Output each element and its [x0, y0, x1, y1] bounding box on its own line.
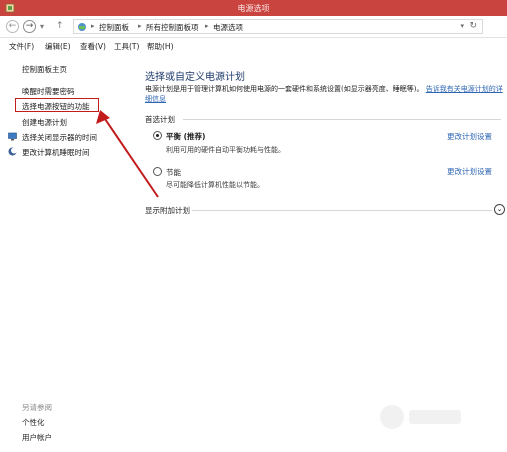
page-description: 电源计划是用于管理计算机如何使用电源的一套硬件和系统设置(如显示器亮度、睡眠等)… — [145, 84, 503, 104]
expand-chevron-icon[interactable]: ⌄ — [494, 204, 505, 215]
sidebar-item-wake-password[interactable]: 唤醒时需要密码 — [22, 86, 75, 97]
main-content: 选择或自定义电源计划 电源计划是用于管理计算机如何使用电源的一套硬件和系统设置(… — [145, 54, 507, 452]
recent-pages-chevron-icon[interactable]: ▾ — [40, 20, 44, 33]
group-divider — [183, 119, 501, 120]
show-additional-plans-label[interactable]: 显示附加计划 — [145, 205, 190, 216]
balanced-plan-radio[interactable] — [153, 131, 162, 140]
sidebar-home-link[interactable]: 控制面板主页 — [22, 64, 67, 75]
address-dropdown-icon[interactable]: ▾ — [460, 22, 464, 30]
sidebar-item-display-off[interactable]: 选择关闭显示器的时间 — [22, 132, 97, 143]
power-saver-plan-name[interactable]: 节能 — [166, 167, 181, 178]
breadcrumb-separator-icon: ▸ — [138, 22, 142, 30]
description-text: 电源计划是用于管理计算机如何使用电源的一套硬件和系统设置(如显示器亮度、睡眠等)… — [145, 85, 424, 93]
menu-edit[interactable]: 编辑(E) — [45, 41, 71, 52]
control-panel-icon — [78, 23, 86, 31]
power-saver-change-settings-link[interactable]: 更改计划设置 — [447, 166, 492, 177]
menu-bar: 文件(F) 编辑(E) 查看(V) 工具(T) 帮助(H) — [0, 38, 507, 54]
window-title: 电源选项 — [237, 4, 270, 13]
more-divider — [192, 210, 492, 211]
menu-view[interactable]: 查看(V) — [80, 41, 106, 52]
breadcrumb-control-panel[interactable]: 控制面板 — [99, 22, 129, 33]
breadcrumb-separator-icon: ▸ — [91, 22, 95, 30]
breadcrumb-separator-icon: ▸ — [205, 22, 209, 30]
title-bar: 电源选项 — [0, 0, 507, 16]
address-bar: ← → ▾ ↑ ▸ 控制面板 ▸ 所有控制面板项 ▸ 电源选项 ▾ ↻ — [0, 16, 507, 38]
watermark-logo — [380, 405, 461, 429]
see-also-user-accounts-link[interactable]: 用户帐户 — [22, 432, 52, 443]
breadcrumb-power-options[interactable]: 电源选项 — [213, 22, 243, 33]
sidebar-item-sleep-time[interactable]: 更改计算机睡眠时间 — [22, 147, 90, 158]
address-field[interactable]: ▸ 控制面板 ▸ 所有控制面板项 ▸ 电源选项 ▾ ↻ — [73, 19, 483, 34]
sidebar: 控制面板主页 唤醒时需要密码 选择电源按钮的功能 创建电源计划 选择关闭显示器的… — [0, 54, 125, 452]
menu-tools[interactable]: 工具(T) — [114, 41, 139, 52]
menu-file[interactable]: 文件(F) — [9, 41, 34, 52]
display-icon — [8, 132, 17, 141]
page-title: 选择或自定义电源计划 — [145, 72, 245, 83]
menu-help[interactable]: 帮助(H) — [147, 41, 174, 52]
highlight-box — [15, 98, 99, 112]
balanced-plan-name[interactable]: 平衡 (推荐) — [166, 131, 205, 142]
moon-sleep-icon — [8, 147, 17, 156]
balanced-plan-description: 利用可用的硬件自动平衡功耗与性能。 — [166, 146, 285, 154]
up-arrow-icon[interactable]: ↑ — [56, 20, 64, 33]
preferred-plans-label: 首选计划 — [145, 115, 175, 124]
breadcrumb-all-items[interactable]: 所有控制面板项 — [146, 22, 199, 33]
see-also-heading: 另请参阅 — [22, 403, 52, 412]
balanced-change-settings-link[interactable]: 更改计划设置 — [447, 131, 492, 142]
sidebar-item-create-plan[interactable]: 创建电源计划 — [22, 117, 67, 128]
refresh-icon[interactable]: ↻ — [469, 21, 477, 31]
back-icon[interactable]: ← — [6, 20, 19, 33]
see-also-personalization-link[interactable]: 个性化 — [22, 417, 45, 428]
forward-icon[interactable]: → — [23, 20, 36, 33]
power-saver-plan-description: 尽可能降低计算机性能以节能。 — [166, 181, 264, 189]
power-saver-plan-radio[interactable] — [153, 167, 162, 176]
